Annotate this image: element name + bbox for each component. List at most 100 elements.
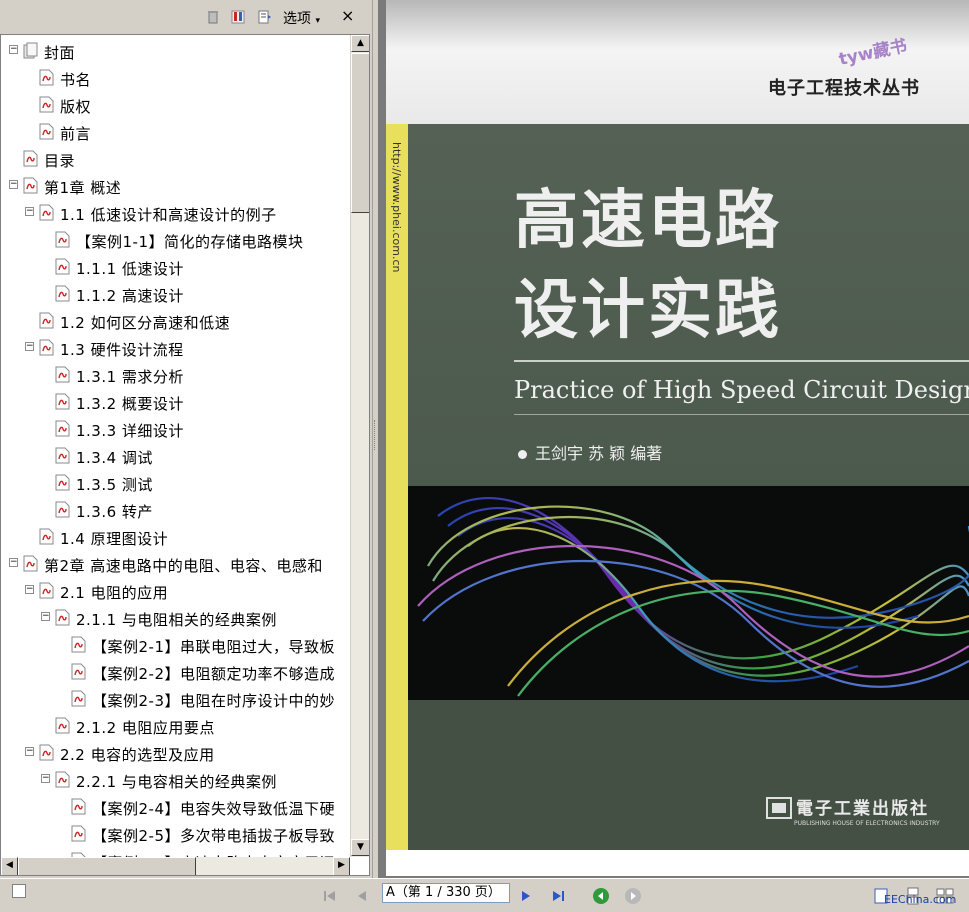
site-watermark: EEChina.com	[884, 893, 957, 906]
collapse-icon[interactable]: −	[25, 207, 34, 216]
bookmark-item[interactable]: − 第2章 高速电路中的电阻、电容、电感和	[1, 551, 350, 578]
book-title-english: Practice of High Speed Circuit Design	[514, 376, 969, 404]
bookmark-item[interactable]: 目录	[1, 146, 350, 173]
pdf-bookmark-icon	[71, 825, 86, 842]
bookmark-label: 1.3 硬件设计流程	[60, 341, 184, 359]
pdf-bookmark-icon	[39, 204, 54, 221]
pdf-bookmark-icon	[55, 366, 70, 383]
bookmark-properties-icon[interactable]	[256, 9, 272, 25]
publisher-logo-icon	[766, 797, 792, 819]
pdf-bookmark-icon	[39, 339, 54, 356]
pdf-bookmark-icon	[71, 690, 86, 707]
next-page-icon[interactable]	[517, 887, 535, 905]
document-view[interactable]: tyw藏书 电子工程技术丛书 http://www.phei.com.cn 高速…	[378, 0, 969, 878]
horizontal-scroll-thumb[interactable]	[18, 857, 196, 875]
bookmark-item[interactable]: 【案例2-5】多次带电插拔子板导致	[1, 821, 350, 848]
bookmark-item[interactable]: 1.3.2 概要设计	[1, 389, 350, 416]
delete-icon[interactable]	[205, 9, 221, 25]
pdf-bookmark-icon	[23, 177, 38, 194]
bookmark-item[interactable]: 1.3.3 详细设计	[1, 416, 350, 443]
bookmark-item[interactable]: 1.3.4 调试	[1, 443, 350, 470]
bookmark-item[interactable]: 1.4 原理图设计	[1, 524, 350, 551]
bookmark-item[interactable]: 1.1.2 高速设计	[1, 281, 350, 308]
bookmark-label: 1.3.5 测试	[76, 476, 153, 494]
pdf-bookmark-icon	[55, 501, 70, 518]
last-page-icon[interactable]	[549, 887, 567, 905]
scroll-up-icon[interactable]: ▲	[351, 35, 369, 52]
pdf-bookmark-icon	[39, 528, 54, 545]
collapse-icon[interactable]: −	[25, 585, 34, 594]
bookmark-label: 1.3.3 详细设计	[76, 422, 184, 440]
pdf-bookmark-icon	[55, 474, 70, 491]
collapse-icon[interactable]: −	[9, 45, 18, 54]
first-page-icon[interactable]	[321, 887, 339, 905]
bookmark-label: 2.1 电阻的应用	[60, 584, 169, 602]
collapse-icon[interactable]: −	[9, 180, 18, 189]
bookmark-label: 1.1.1 低速设计	[76, 260, 184, 278]
bookmark-item[interactable]: 【案例2-3】电阻在时序设计中的妙	[1, 686, 350, 713]
bookmark-label: 【案例2-2】电阻额定功率不够造成	[92, 665, 336, 683]
bookmark-label: 目录	[44, 152, 76, 170]
bookmark-item[interactable]: 书名	[1, 65, 350, 92]
pdf-bookmark-icon	[55, 393, 70, 410]
bookmark-item[interactable]: 【案例2-1】串联电阻过大，导致板	[1, 632, 350, 659]
book-cover: tyw藏书 电子工程技术丛书 http://www.phei.com.cn 高速…	[386, 0, 969, 850]
page-number-field[interactable]: A（第 1 / 330 页）	[382, 883, 510, 903]
splitter-grip-icon[interactable]	[374, 420, 377, 450]
bookmark-item[interactable]: 前言	[1, 119, 350, 146]
bookmark-item[interactable]: 1.3.5 测试	[1, 470, 350, 497]
bookmark-label: 1.3.4 调试	[76, 449, 153, 467]
scroll-left-icon[interactable]: ◀	[1, 857, 18, 875]
bookmark-item[interactable]: − 封面	[1, 38, 350, 65]
bookmark-label: 【案例1-1】简化的存储电路模块	[76, 233, 304, 251]
bookmark-label: 2.1.2 电阻应用要点	[76, 719, 215, 737]
bookmark-label: 1.3.1 需求分析	[76, 368, 184, 386]
bookmark-item[interactable]: 1.3.6 转产	[1, 497, 350, 524]
bookmark-item[interactable]: 2.1.2 电阻应用要点	[1, 713, 350, 740]
light-ribbon-artwork	[408, 486, 969, 700]
collapse-icon[interactable]: −	[25, 747, 34, 756]
go-back-icon[interactable]	[592, 887, 610, 905]
bookmark-item[interactable]: 1.3.1 需求分析	[1, 362, 350, 389]
go-forward-icon[interactable]	[624, 887, 642, 905]
bookmark-item[interactable]: 1.2 如何区分高速和低速	[1, 308, 350, 335]
collapse-icon[interactable]: −	[9, 558, 18, 567]
new-bookmark-icon[interactable]	[230, 9, 246, 25]
pdf-bookmark-icon	[55, 609, 70, 626]
collapse-icon[interactable]: −	[25, 342, 34, 351]
bookmark-label: 1.1 低速设计和高速设计的例子	[60, 206, 277, 224]
bookmark-label: 【案例2-5】多次带电插拔子板导致	[92, 827, 336, 845]
bookmark-item[interactable]: − 2.2 电容的选型及应用	[1, 740, 350, 767]
panel-options-button[interactable]	[12, 884, 26, 898]
previous-page-icon[interactable]	[353, 887, 371, 905]
bookmark-item[interactable]: − 2.2.1 与电容相关的经典案例	[1, 767, 350, 794]
bookmark-item[interactable]: 【案例2-6】高速电路中电容应用问	[1, 848, 350, 857]
options-menu[interactable]: 选项 ▾	[283, 8, 320, 28]
bookmark-label: 2.1.1 与电阻相关的经典案例	[76, 611, 277, 629]
scroll-down-icon[interactable]: ▼	[351, 839, 369, 856]
bookmark-item[interactable]: − 第1章 概述	[1, 173, 350, 200]
bookmark-label: 第2章 高速电路中的电阻、电容、电感和	[44, 557, 323, 575]
dropdown-arrow-icon: ▾	[315, 16, 320, 26]
title-divider-top	[514, 360, 969, 362]
close-panel-button[interactable]: ×	[341, 6, 354, 25]
bookmark-item[interactable]: − 1.3 硬件设计流程	[1, 335, 350, 362]
bookmark-item[interactable]: − 1.1 低速设计和高速设计的例子	[1, 200, 350, 227]
scroll-right-icon[interactable]: ▶	[333, 857, 350, 875]
horizontal-scrollbar[interactable]: ◀ ▶	[1, 857, 350, 875]
bookmark-item[interactable]: 1.1.1 低速设计	[1, 254, 350, 281]
pdf-bookmark-icon	[55, 285, 70, 302]
collapse-icon[interactable]: −	[41, 774, 50, 783]
bookmark-item[interactable]: 【案例2-2】电阻额定功率不够造成	[1, 659, 350, 686]
options-label: 选项	[283, 11, 311, 27]
bookmark-item[interactable]: 【案例2-4】电容失效导致低温下硬	[1, 794, 350, 821]
collapse-icon[interactable]: −	[41, 612, 50, 621]
bookmark-item[interactable]: 【案例1-1】简化的存储电路模块	[1, 227, 350, 254]
bookmark-item[interactable]: 版权	[1, 92, 350, 119]
vertical-scroll-thumb[interactable]	[351, 53, 369, 213]
bookmark-tree: − 封面 书名 版权 前言 目录 − 第1章 概述 − 1.1 低速设计和高速设计的例子 【案例1-…	[1, 35, 350, 857]
vertical-scrollbar[interactable]: ▲ ▼	[350, 35, 369, 857]
pdf-page: tyw藏书 电子工程技术丛书 http://www.phei.com.cn 高速…	[386, 0, 969, 876]
bookmark-item[interactable]: − 2.1 电阻的应用	[1, 578, 350, 605]
bookmark-item[interactable]: − 2.1.1 与电阻相关的经典案例	[1, 605, 350, 632]
